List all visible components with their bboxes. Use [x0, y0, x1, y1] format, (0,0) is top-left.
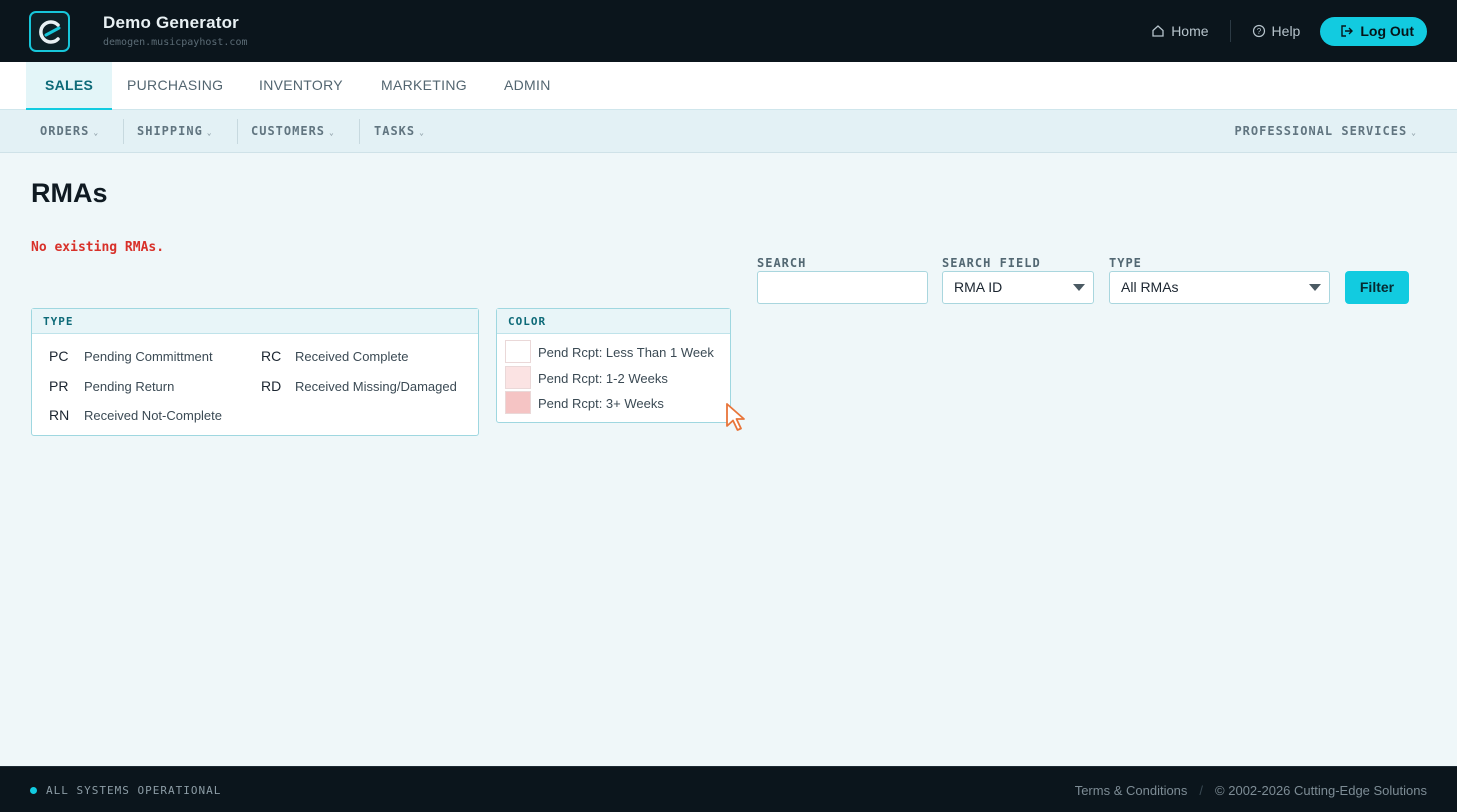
mouse-cursor-icon	[726, 403, 745, 431]
footer-links: Terms & Conditions / © 2002-2026 Cutting…	[1075, 783, 1427, 798]
type-code: PR	[49, 378, 69, 394]
copyright: © 2002-2026 Cutting-Edge Solutions	[1215, 783, 1427, 798]
help-link[interactable]: ? Help	[1252, 23, 1301, 39]
color-swatch	[505, 391, 531, 414]
tab-purchasing[interactable]: PURCHASING	[127, 62, 223, 110]
type-code: RD	[261, 378, 282, 394]
search-field-label: SEARCH FIELD	[942, 256, 1041, 270]
type-select[interactable]: All RMAs	[1109, 271, 1330, 304]
search-input[interactable]	[757, 271, 928, 304]
dropdown-arrow-icon	[1309, 284, 1321, 291]
type-label: Pending Committment	[84, 349, 213, 364]
main-nav: SALES PURCHASING INVENTORY MARKETING ADM…	[0, 62, 1457, 110]
chevron-down-icon: ⌄	[206, 128, 213, 137]
dropdown-arrow-icon	[1073, 284, 1085, 291]
chevron-down-icon: ⌄	[419, 128, 425, 137]
tab-admin[interactable]: ADMIN	[504, 62, 551, 110]
status-indicator-icon	[30, 787, 37, 794]
sub-nav: ORDERS ⌄ SHIPPING ⌄ CUSTOMERS ⌄ TASKS ⌄ PROF…	[0, 110, 1457, 153]
tab-marketing[interactable]: MARKETING	[381, 62, 467, 110]
subnav-divider	[359, 119, 360, 144]
subnav-tasks-label: TASKS	[374, 124, 416, 138]
subnav-shipping-label: SHIPPING	[137, 124, 203, 138]
tab-sales[interactable]: SALES	[26, 62, 113, 110]
type-label: Pending Return	[84, 379, 175, 394]
subnav-customers[interactable]: CUSTOMERS ⌄	[251, 110, 335, 153]
home-link[interactable]: Home	[1151, 23, 1209, 39]
subnav-divider	[123, 119, 124, 144]
logout-label: Log Out	[1360, 23, 1414, 39]
color-legend-panel: COLOR Pend Rcpt: Less Than 1 Week Pend R…	[496, 308, 731, 423]
subnav-shipping[interactable]: SHIPPING ⌄	[137, 110, 213, 153]
top-header: Demo Generator demogen.musicpayhost.com …	[0, 0, 1457, 62]
color-label: Pend Rcpt: 3+ Weeks	[538, 396, 664, 411]
subnav-customers-label: CUSTOMERS	[251, 124, 326, 138]
terms-link[interactable]: Terms & Conditions	[1075, 783, 1188, 798]
color-label: Pend Rcpt: Less Than 1 Week	[538, 345, 714, 360]
app-logo-icon[interactable]	[29, 11, 70, 52]
color-swatch	[505, 366, 531, 389]
type-legend-heading: TYPE	[32, 309, 478, 334]
help-icon: ?	[1252, 24, 1265, 38]
color-legend-heading: COLOR	[497, 309, 730, 334]
type-select-value: All RMAs	[1121, 279, 1179, 295]
svg-text:?: ?	[1256, 27, 1261, 36]
tab-inventory[interactable]: INVENTORY	[259, 62, 343, 110]
page-title: RMAs	[31, 178, 108, 208]
footer-separator: /	[1199, 783, 1204, 798]
type-legend-panel: TYPE PC Pending Committment RC Received …	[31, 308, 479, 436]
type-label: Received Not-Complete	[84, 408, 223, 423]
home-link-label: Home	[1171, 23, 1209, 39]
type-label: Received Missing/Damaged	[295, 379, 457, 394]
type-code: RC	[261, 348, 282, 364]
type-code: RN	[49, 407, 70, 423]
help-link-label: Help	[1271, 23, 1301, 39]
header-divider	[1229, 20, 1231, 42]
chevron-down-icon: ⌄	[329, 128, 335, 137]
footer: ALL SYSTEMS OPERATIONAL Terms & Conditio…	[0, 766, 1457, 812]
color-label: Pend Rcpt: 1-2 Weeks	[538, 371, 668, 386]
type-filter-label: TYPE	[1109, 256, 1142, 270]
brand-title: Demo Generator	[103, 13, 240, 32]
home-icon	[1152, 25, 1164, 37]
chevron-down-icon: ⌄	[93, 128, 100, 137]
system-status: ALL SYSTEMS OPERATIONAL	[46, 784, 222, 797]
empty-notice: No existing RMAs.	[31, 240, 165, 255]
filter-button[interactable]: Filter	[1345, 271, 1409, 304]
header-links: Home ? Help Log Out	[1151, 16, 1427, 46]
logout-button[interactable]: Log Out	[1320, 16, 1427, 46]
color-swatch	[505, 340, 531, 363]
subnav-professional-services-label: PROFESSIONAL SERVICES	[1234, 124, 1408, 138]
type-label: Received Complete	[295, 349, 409, 364]
subnav-orders[interactable]: ORDERS ⌄	[40, 110, 99, 153]
brand-subtitle: demogen.musicpayhost.com	[103, 37, 248, 48]
search-field-value: RMA ID	[954, 279, 1003, 295]
search-label: SEARCH	[757, 256, 807, 270]
subnav-orders-label: ORDERS	[40, 124, 90, 138]
brand-block: Demo Generator demogen.musicpayhost.com	[103, 13, 248, 48]
subnav-tasks[interactable]: TASKS ⌄	[374, 110, 425, 153]
search-field-select[interactable]: RMA ID	[942, 271, 1094, 304]
subnav-professional-services[interactable]: PROFESSIONAL SERVICES ⌄	[1234, 110, 1417, 153]
subnav-divider	[237, 119, 238, 144]
logout-icon	[1341, 25, 1354, 37]
chevron-down-icon: ⌄	[1411, 128, 1417, 137]
type-code: PC	[49, 348, 69, 364]
